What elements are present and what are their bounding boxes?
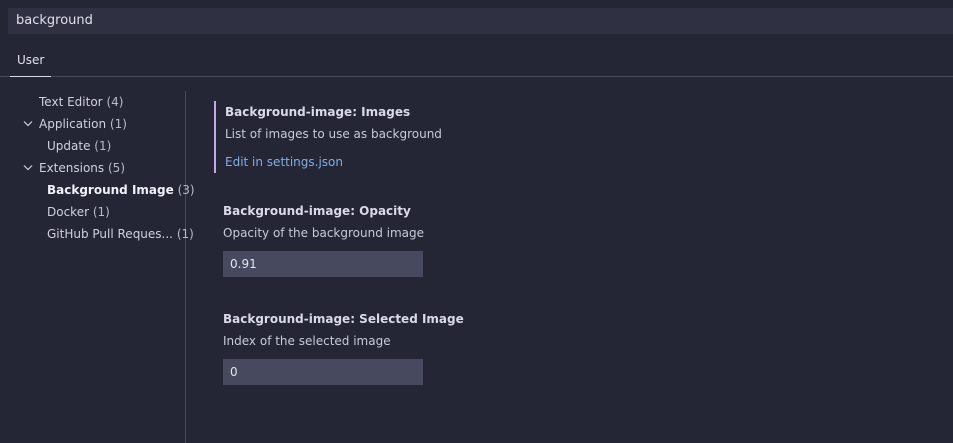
setting-category: Background-image: (225, 105, 362, 119)
toc-item-docker[interactable]: Docker (1) (47, 201, 110, 223)
setting-category: Background-image: (223, 312, 360, 326)
setting-title: Background-image: Selected Image (223, 308, 914, 330)
setting-images[interactable]: Background-image: Images List of images … (214, 101, 916, 173)
toc-item-application[interactable]: Application (1) (39, 113, 127, 135)
toc-item-label: Text Editor (39, 95, 103, 109)
setting-description: Opacity of the background image (223, 226, 425, 240)
toc-item-extensions[interactable]: Extensions (5) (39, 157, 125, 179)
edit-in-settings-json-link[interactable]: Edit in settings.json (225, 151, 916, 173)
toc-item-update[interactable]: Update (1) (47, 135, 111, 157)
setting-category: Background-image: (223, 204, 360, 218)
toc-item-count: (5) (108, 161, 125, 175)
setting-name: Selected Image (359, 312, 464, 326)
tab-user-label: User (17, 53, 45, 67)
setting-title: Background-image: Opacity (223, 200, 914, 222)
settings-scope-tabs: User (0, 44, 953, 77)
settings-table-of-contents: Text Editor (4) Application (1) Update (… (0, 91, 195, 443)
search-value: background (16, 13, 93, 28)
toc-item-label: Application (39, 117, 107, 131)
toc-item-label: Update (47, 139, 91, 153)
toc-item-count: (1) (176, 227, 194, 241)
setting-description: Index of the selected image (223, 334, 391, 348)
toc-item-count: (1) (92, 205, 110, 219)
toc-item-label: Background Image (47, 183, 174, 197)
chevron-down-icon[interactable] (23, 113, 33, 135)
tab-user[interactable]: User (10, 44, 52, 77)
toc-item-label: Docker (47, 205, 90, 219)
toc-item-count: (1) (94, 139, 112, 153)
toc-item-github-pull-requests[interactable]: GitHub Pull Reques... (1) (47, 223, 194, 245)
setting-name: Images (361, 105, 411, 119)
toc-item-count: (1) (109, 117, 127, 131)
toc-item-label: GitHub Pull Reques... (47, 227, 173, 241)
toc-item-label: Extensions (39, 161, 105, 175)
setting-opacity: Background-image: Opacity Opacity of the… (214, 200, 914, 277)
opacity-input[interactable] (223, 251, 423, 277)
toc-item-count: (3) (177, 183, 195, 197)
setting-title: Background-image: Images (225, 101, 916, 123)
selected-image-input[interactable] (223, 359, 423, 385)
setting-description: List of images to use as background (225, 127, 442, 141)
toc-item-text-editor[interactable]: Text Editor (4) (39, 91, 123, 113)
setting-selected-image: Background-image: Selected Image Index o… (214, 308, 914, 385)
toc-item-count: (4) (106, 95, 124, 109)
chevron-down-icon[interactable] (23, 157, 33, 179)
setting-name: Opacity (359, 204, 411, 218)
toc-item-background-image[interactable]: Background Image (3) (47, 179, 195, 201)
settings-search-input[interactable]: background (8, 8, 953, 34)
